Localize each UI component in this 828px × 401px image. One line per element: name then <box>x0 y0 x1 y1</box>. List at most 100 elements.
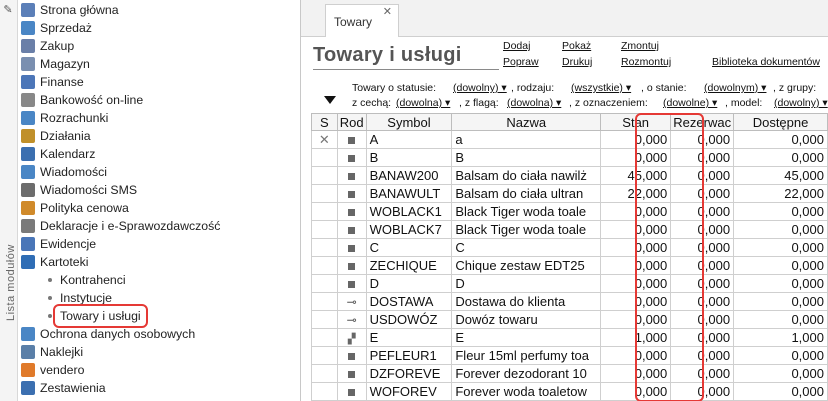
add-button[interactable]: Dodaj <box>503 40 530 52</box>
disassemble-button[interactable]: Rozmontuj <box>621 56 671 68</box>
reserved-cell: 0,000 <box>670 364 735 383</box>
table-row[interactable]: BANAW200 Balsam do ciała nawilż 45,000 0,00… <box>311 166 828 185</box>
symbol-cell: DOSTAWA <box>365 292 453 311</box>
sidebar-item-wiadomości-sms[interactable]: Wiadomości SMS <box>18 181 300 199</box>
card-files-icon <box>21 255 35 269</box>
table-row[interactable]: ▞ E E 1,000 0,000 1,000 <box>311 328 828 347</box>
data-protection-icon <box>21 327 35 341</box>
name-cell: Balsam do ciała nawilż <box>451 166 602 185</box>
table-row[interactable]: WOBLACK7 Black Tiger woda toale 0,000 0,000… <box>311 220 828 239</box>
stock-cell: 45,000 <box>600 166 672 185</box>
sidebar-item-sprzedaż[interactable]: Sprzedaż <box>18 19 300 37</box>
edit-button[interactable]: Popraw <box>503 56 539 68</box>
col-header-s[interactable]: S <box>311 113 338 131</box>
name-cell: Fleur 15ml perfumy toa <box>451 346 602 365</box>
sidebar-item-bankowość-on-line[interactable]: Bankowość on-line <box>18 91 300 109</box>
sidebar-item-naklejki[interactable]: Naklejki <box>18 343 300 361</box>
filter-status-select[interactable]: (dowolny) ▾ <box>453 82 507 94</box>
purchase-icon <box>21 39 35 53</box>
records-icon <box>21 237 35 251</box>
sidebar-item-wiadomości[interactable]: Wiadomości <box>18 163 300 181</box>
document-library-button[interactable]: Biblioteka dokumentów <box>712 56 820 68</box>
table-row[interactable]: WOFOREV Forever woda toaletow 0,000 0,000 0,… <box>311 382 828 401</box>
sidebar-item-vendero[interactable]: vendero <box>18 361 300 379</box>
print-button[interactable]: Drukuj <box>562 56 592 68</box>
available-cell: 0,000 <box>733 346 828 365</box>
kind-cell <box>336 364 367 383</box>
reserved-cell: 0,000 <box>670 310 735 329</box>
reserved-cell: 0,000 <box>670 130 735 149</box>
title-divider <box>313 69 499 70</box>
table-row[interactable]: BANAWULT Balsam do ciała ultran 22,000 0,00… <box>311 184 828 203</box>
reserved-cell: 0,000 <box>670 202 735 221</box>
col-header-dostepne[interactable]: Dostępne <box>733 113 828 131</box>
sidebar-item-kalendarz[interactable]: Kalendarz <box>18 145 300 163</box>
bank-icon <box>21 93 35 107</box>
symbol-cell: WOBLACK1 <box>365 202 453 221</box>
service-wrench-icon: ⊸ <box>346 295 357 309</box>
table-row[interactable]: PEFLEUR1 Fleur 15ml perfumy toa 0,000 0,000… <box>311 346 828 365</box>
tab-towary[interactable]: Towary ✕ <box>325 4 399 37</box>
sidebar-subitem-0[interactable]: Kontrahenci <box>18 271 300 289</box>
symbol-cell: BANAW200 <box>365 166 453 185</box>
filter-kind-label: , rodzaju: <box>511 82 555 94</box>
filter-status-label: Towary o statusie: <box>352 82 437 94</box>
collapse-filters-icon[interactable] <box>324 96 336 104</box>
bullet-icon <box>48 296 52 300</box>
filter-flag-select[interactable]: (dowolna) ▾ <box>507 97 561 109</box>
name-cell: Dostawa do klienta <box>451 292 602 311</box>
table-row[interactable]: B B 0,000 0,000 0,000 <box>311 148 828 167</box>
sidebar-item-rozrachunki[interactable]: Rozrachunki <box>18 109 300 127</box>
filter-stock-select[interactable]: (dowolnym) ▾ <box>704 82 766 94</box>
sidebar-item-ochrona-danych-osobowych[interactable]: Ochrona danych osobowych <box>18 325 300 343</box>
sidebar-item-deklaracje-i-e-sprawozdawczość[interactable]: Deklaracje i e-Sprawozdawczość <box>18 217 300 235</box>
col-header-stan[interactable]: Stan <box>600 113 672 131</box>
show-button[interactable]: Pokaż <box>562 40 591 52</box>
table-row[interactable]: ⊸ USDOWÓZ Dowóz towaru 0,000 0,000 0,000 <box>311 310 828 329</box>
available-cell: 0,000 <box>733 382 828 401</box>
available-cell: 0,000 <box>733 202 828 221</box>
status-cell <box>311 184 338 203</box>
sidebar-item-kartoteki[interactable]: Kartoteki <box>18 253 300 271</box>
name-cell: D <box>451 274 602 293</box>
table-row[interactable]: DZFOREVE Forever dezodorant 10 0,000 0,000 0… <box>311 364 828 383</box>
kind-cell <box>336 130 367 149</box>
close-tab-icon[interactable]: ✕ <box>383 5 392 18</box>
sidebar-item-zestawienia[interactable]: Zestawienia <box>18 379 300 397</box>
sidebar-subitem-2[interactable]: Towary i usługi <box>18 304 300 328</box>
table-row[interactable]: D D 0,000 0,000 0,000 <box>311 274 828 293</box>
pin-icon[interactable]: ✎ <box>2 4 14 16</box>
sidebar-item-ewidencje[interactable]: Ewidencje <box>18 235 300 253</box>
stock-cell: 0,000 <box>600 238 672 257</box>
col-header-rod[interactable]: Rod <box>336 113 367 131</box>
square-icon <box>348 353 356 360</box>
sidebar-item-polityka-cenowa[interactable]: Polityka cenowa <box>18 199 300 217</box>
reserved-cell: 0,000 <box>670 220 735 239</box>
sidebar-item-label: Wiadomości <box>40 165 107 179</box>
filter-model-select[interactable]: (dowolny) ▾ <box>774 97 828 109</box>
name-cell: E <box>451 328 602 347</box>
table-row[interactable]: ✕ Aa 0,000 0,000 0,000 <box>311 130 828 149</box>
sidebar-item-label: Sprzedaż <box>40 21 92 35</box>
status-cell <box>311 256 338 275</box>
sidebar-item-strona-główna[interactable]: Strona główna <box>18 1 300 19</box>
name-cell: Black Tiger woda toale <box>451 202 602 221</box>
table-row[interactable]: C C 0,000 0,000 0,000 <box>311 238 828 257</box>
filter-kind-select[interactable]: (wszystkie) ▾ <box>571 82 631 94</box>
available-cell: 0,000 <box>733 130 828 149</box>
sidebar-item-działania[interactable]: Działania <box>18 127 300 145</box>
filter-marking-select[interactable]: (dowolne) ▾ <box>663 97 717 109</box>
sidebar-item-zakup[interactable]: Zakup <box>18 37 300 55</box>
col-header-nazwa[interactable]: Nazwa <box>451 113 602 131</box>
name-cell: Forever dezodorant 10 <box>451 364 602 383</box>
table-row[interactable]: ⊸ DOSTAWA Dostawa do klienta 0,000 0,000 0,00… <box>311 292 828 311</box>
filter-feature-select[interactable]: (dowolna) ▾ <box>396 97 450 109</box>
sidebar-item-finanse[interactable]: Finanse <box>18 73 300 91</box>
assemble-button[interactable]: Zmontuj <box>621 40 659 52</box>
sidebar-subitem-1[interactable]: Instytucje <box>18 289 300 307</box>
table-row[interactable]: WOBLACK1 Black Tiger woda toale 0,000 0,000… <box>311 202 828 221</box>
sidebar-item-magazyn[interactable]: Magazyn <box>18 55 300 73</box>
table-row[interactable]: ZECHIQUE Chique zestaw EDT25 0,000 0,000 0,0… <box>311 256 828 275</box>
col-header-symbol[interactable]: Symbol <box>365 113 453 131</box>
col-header-rezerwac[interactable]: Rezerwac <box>670 113 735 131</box>
